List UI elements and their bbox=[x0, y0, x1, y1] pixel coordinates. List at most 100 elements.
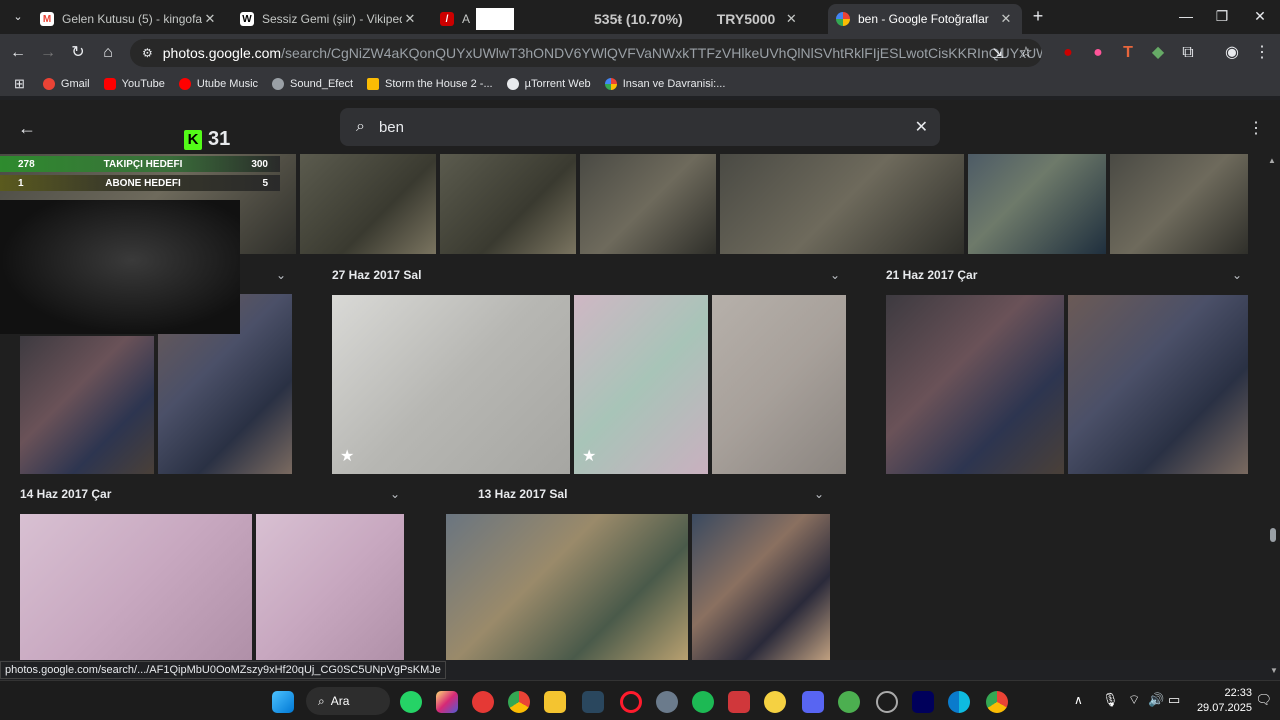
extensions-puzzle-icon[interactable]: ⧉ bbox=[1178, 43, 1198, 63]
edge-icon[interactable] bbox=[948, 691, 970, 713]
discord-icon[interactable] bbox=[802, 691, 824, 713]
extension-orange-icon[interactable]: ● bbox=[1088, 43, 1108, 63]
wifi-icon[interactable]: ⌔ bbox=[1128, 692, 1140, 708]
chrome-active-icon[interactable] bbox=[986, 691, 1008, 713]
bookmark-utorrent[interactable]: µTorrent Web bbox=[506, 78, 591, 90]
install-app-icon[interactable]: ⇲ bbox=[988, 43, 1008, 63]
back-icon[interactable]: ← bbox=[8, 43, 28, 63]
photo-thumbnail[interactable] bbox=[256, 514, 404, 660]
search-bar[interactable]: ⌕ ben ✕ bbox=[340, 108, 940, 146]
bookmark-storm-the-house[interactable]: Storm the House 2 -... bbox=[367, 78, 493, 90]
photo-thumbnail[interactable]: ★ bbox=[574, 295, 708, 474]
tab-ticker[interactable]: / A 535ŧ (10.70%) TRY5000 ✕ bbox=[432, 4, 824, 34]
photo-thumbnail[interactable] bbox=[300, 154, 436, 254]
new-tab-icon[interactable]: + bbox=[1028, 6, 1048, 26]
settings-gear-icon[interactable] bbox=[656, 691, 678, 713]
search-input[interactable]: ben bbox=[379, 119, 404, 136]
obs-icon[interactable] bbox=[876, 691, 898, 713]
chevron-down-icon[interactable]: ⌄ bbox=[276, 268, 286, 282]
notification-icon[interactable]: 🗨 bbox=[1255, 692, 1272, 708]
tab-gmail[interactable]: M Gelen Kutusu (5) - kingofassian ✕ bbox=[32, 4, 226, 34]
chrome-icon[interactable] bbox=[508, 691, 530, 713]
windows-start-icon[interactable] bbox=[272, 691, 294, 713]
tray-overflow-icon[interactable]: ∧ bbox=[1074, 693, 1083, 707]
bookmark-gmail[interactable]: Gmail bbox=[42, 78, 90, 90]
favorite-star-icon[interactable]: ★ bbox=[340, 446, 354, 466]
photo-thumbnail[interactable]: ★ bbox=[332, 295, 570, 474]
extension-green-icon[interactable]: ◆ bbox=[1148, 43, 1168, 63]
photo-thumbnail[interactable] bbox=[968, 154, 1106, 254]
steam-icon[interactable] bbox=[582, 691, 604, 713]
ticker-change: 535ŧ (10.70%) bbox=[594, 11, 683, 27]
back-arrow-icon[interactable]: ← bbox=[18, 118, 36, 139]
tab-wikipedia[interactable]: W Sessiz Gemi (şiir) - Vikipedi ✕ bbox=[232, 4, 426, 34]
bookmark-insan[interactable]: Insan ve Davranisi:... bbox=[604, 78, 725, 90]
window-close-icon[interactable]: ✕ bbox=[1250, 8, 1270, 25]
reload-icon[interactable]: ↻ bbox=[68, 43, 88, 63]
clear-search-icon[interactable]: ✕ bbox=[915, 117, 928, 137]
address-bar[interactable]: ⚙ photos.google.com /search/CgNiZW4aKQon… bbox=[130, 39, 1042, 67]
photo-thumbnail[interactable] bbox=[692, 514, 830, 660]
photo-thumbnail[interactable] bbox=[446, 514, 688, 660]
chevron-down-icon[interactable]: ⌄ bbox=[390, 487, 400, 501]
close-icon[interactable]: ✕ bbox=[402, 11, 418, 27]
extension-t-icon[interactable]: T bbox=[1118, 43, 1138, 63]
favorite-star-icon[interactable]: ★ bbox=[582, 446, 596, 466]
tab-google-photos[interactable]: ben - Google Fotoğraflar ✕ bbox=[828, 4, 1022, 34]
bookmark-youtube[interactable]: YouTube bbox=[103, 78, 165, 90]
premiere-pro-icon[interactable] bbox=[912, 691, 934, 713]
bookmark-label: Sound_Efect bbox=[290, 78, 354, 90]
site-info-icon[interactable]: ⚙ bbox=[142, 46, 153, 60]
chevron-down-icon[interactable]: ⌄ bbox=[814, 487, 824, 501]
more-options-icon[interactable]: ⋮ bbox=[1248, 118, 1264, 138]
photo-thumbnail[interactable] bbox=[1110, 154, 1248, 254]
file-explorer-icon[interactable] bbox=[544, 691, 566, 713]
photo-thumbnail[interactable] bbox=[1068, 295, 1248, 474]
photo-thumbnail[interactable] bbox=[712, 295, 846, 474]
bookmark-sound-efect[interactable]: Sound_Efect bbox=[272, 78, 353, 90]
bookmark-utube-music[interactable]: Utube Music bbox=[178, 78, 258, 90]
scrollbar-thumb[interactable] bbox=[1270, 528, 1276, 542]
photo-thumbnail[interactable] bbox=[20, 514, 252, 660]
chevron-down-icon[interactable]: ⌄ bbox=[830, 268, 840, 282]
scroll-down-icon[interactable]: ▼ bbox=[1270, 666, 1278, 675]
spotify-icon[interactable] bbox=[692, 691, 714, 713]
kick-logo-icon: K bbox=[184, 129, 202, 150]
profile-avatar[interactable]: ◉ bbox=[1222, 43, 1242, 63]
goal-target: 300 bbox=[251, 158, 268, 170]
bookmark-star-icon[interactable]: ☆ bbox=[1016, 43, 1036, 63]
photo-thumbnail[interactable] bbox=[580, 154, 716, 254]
home-icon[interactable]: ⌂ bbox=[98, 43, 118, 63]
volume-icon[interactable]: 🔊 bbox=[1148, 692, 1164, 708]
instagram-icon[interactable] bbox=[436, 691, 458, 713]
tab-search-chevron-icon[interactable]: ⌄ bbox=[8, 7, 28, 27]
taskbar-clock[interactable]: 22:33 29.07.2025 bbox=[1197, 686, 1252, 716]
microphone-icon[interactable]: 🎙 bbox=[1102, 692, 1119, 708]
sound-icon bbox=[272, 78, 285, 90]
search-icon: ⌕ bbox=[318, 693, 325, 708]
taskbar-search[interactable]: ⌕ Ara bbox=[306, 687, 390, 715]
youtube-music-icon[interactable] bbox=[472, 691, 494, 713]
photo-thumbnail[interactable] bbox=[20, 336, 154, 474]
close-icon[interactable]: ✕ bbox=[998, 11, 1014, 27]
battery-icon[interactable]: ▭ bbox=[1168, 692, 1180, 708]
photo-thumbnail[interactable] bbox=[440, 154, 576, 254]
apps-grid-icon[interactable]: ⊞ bbox=[14, 76, 25, 92]
whatsapp-icon[interactable] bbox=[400, 691, 422, 713]
menu-kebab-icon[interactable]: ⋮ bbox=[1252, 43, 1272, 63]
maximize-icon[interactable]: ❐ bbox=[1212, 8, 1232, 25]
extension-red-icon[interactable]: ● bbox=[1058, 43, 1078, 63]
app-yellow-icon[interactable] bbox=[764, 691, 786, 713]
close-icon[interactable]: ✕ bbox=[202, 11, 218, 27]
minimize-icon[interactable]: — bbox=[1176, 8, 1196, 24]
photo-thumbnail[interactable] bbox=[720, 154, 964, 254]
opera-gx-icon[interactable] bbox=[620, 691, 642, 713]
chevron-down-icon[interactable]: ⌄ bbox=[1232, 268, 1242, 282]
scroll-up-icon[interactable]: ▲ bbox=[1268, 156, 1276, 165]
app-red-icon[interactable] bbox=[728, 691, 750, 713]
forward-icon[interactable]: → bbox=[38, 43, 58, 63]
photo-thumbnail[interactable] bbox=[886, 295, 1064, 474]
browser-toolbar: ← → ↻ ⌂ ⚙ photos.google.com /search/CgNi… bbox=[0, 34, 1280, 72]
close-icon[interactable]: ✕ bbox=[783, 11, 799, 27]
utorrent-icon[interactable] bbox=[838, 691, 860, 713]
